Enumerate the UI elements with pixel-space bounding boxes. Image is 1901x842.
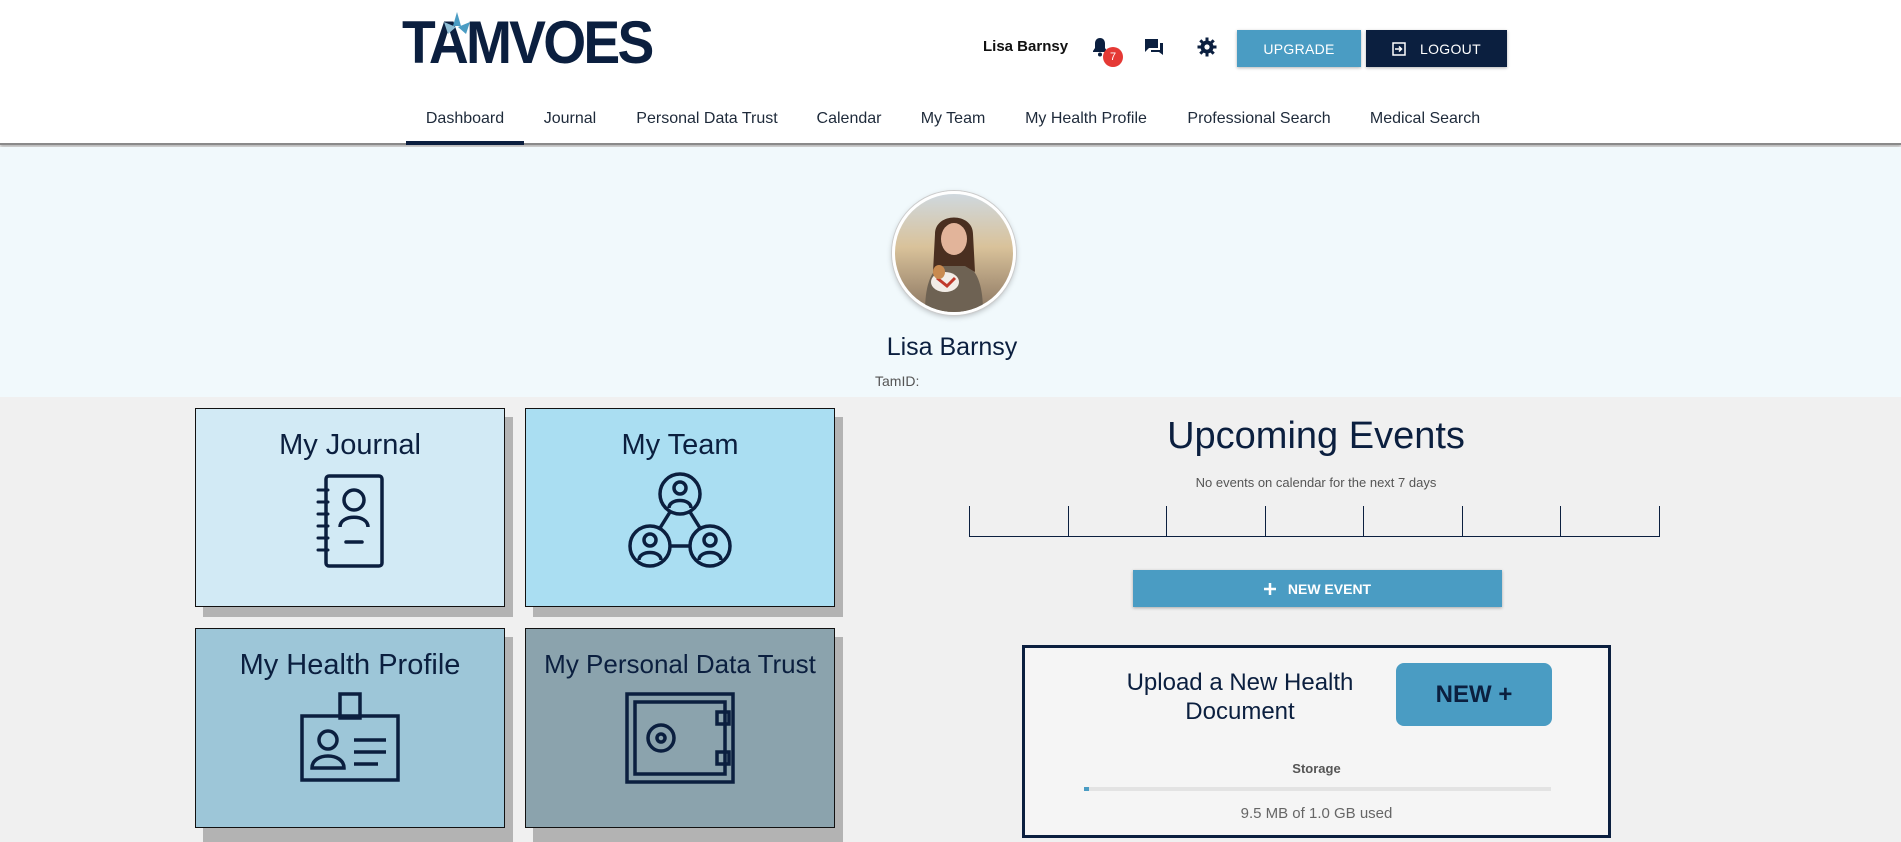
upcoming-events-subtitle: No events on calendar for the next 7 day… <box>1195 475 1437 490</box>
nav-dashboard[interactable]: Dashboard <box>406 100 524 145</box>
calendar-day-cell[interactable] <box>1167 506 1266 536</box>
my-journal-tile[interactable]: My Journal <box>195 408 505 607</box>
logout-label: LOGOUT <box>1420 40 1481 57</box>
upload-document-card: Upload a New Health Document NEW + Stora… <box>1022 645 1611 838</box>
team-network-icon <box>628 472 732 568</box>
nav-calendar[interactable]: Calendar <box>806 100 892 145</box>
top-header: TAMVOES Lisa Barnsy 7 UPGRADE LOGOUT Das… <box>0 0 1901 145</box>
settings-gear-icon[interactable] <box>1194 34 1220 60</box>
calendar-day-cell[interactable] <box>970 506 1069 536</box>
avatar[interactable] <box>892 191 1016 315</box>
tile-title: My Journal <box>279 429 421 461</box>
logo-pinwheel-icon <box>444 12 470 34</box>
messages-chat-icon[interactable] <box>1141 34 1167 60</box>
new-event-label: NEW EVENT <box>1287 580 1372 597</box>
nav-my-team[interactable]: My Team <box>908 100 998 145</box>
nav-medical-search[interactable]: Medical Search <box>1362 100 1488 145</box>
logo-text: TAMVOES <box>402 9 654 76</box>
main-nav: Dashboard Journal Personal Data Trust Ca… <box>0 100 1901 145</box>
storage-used-text: 9.5 MB of 1.0 GB used <box>1240 805 1393 822</box>
week-calendar-strip <box>969 506 1660 537</box>
tamvoes-logo[interactable]: TAMVOES <box>402 9 673 76</box>
profile-name: Lisa Barnsy <box>886 333 1018 361</box>
calendar-day-cell[interactable] <box>1364 506 1463 536</box>
nav-journal[interactable]: Journal <box>530 100 610 145</box>
tile-title: My Health Profile <box>239 649 461 681</box>
nav-my-health-profile[interactable]: My Health Profile <box>1016 100 1156 145</box>
tamid-label: TamID: <box>875 373 920 389</box>
upgrade-button[interactable]: UPGRADE <box>1237 30 1361 67</box>
upcoming-events-title: Upcoming Events <box>1167 415 1465 457</box>
logout-icon <box>1392 41 1406 56</box>
safe-vault-icon <box>625 692 735 784</box>
my-personal-data-trust-tile[interactable]: My Personal Data Trust <box>525 628 835 828</box>
calendar-day-cell[interactable] <box>1463 506 1562 536</box>
new-event-button[interactable]: NEW EVENT <box>1133 570 1502 607</box>
notification-count-badge: 7 <box>1103 47 1123 67</box>
journal-contact-icon <box>316 474 384 568</box>
tile-title: My Personal Data Trust <box>544 649 816 679</box>
tile-title: My Team <box>621 429 739 461</box>
logout-button[interactable]: LOGOUT <box>1366 30 1507 67</box>
calendar-day-cell[interactable] <box>1561 506 1659 536</box>
id-badge-icon <box>300 692 400 782</box>
calendar-day-cell[interactable] <box>1069 506 1168 536</box>
storage-label: Storage <box>1292 761 1341 776</box>
upload-title: Upload a New Health Document <box>1126 669 1354 725</box>
header-user-name: Lisa Barnsy <box>983 38 1069 55</box>
nav-personal-data-trust[interactable]: Personal Data Trust <box>626 100 788 145</box>
new-document-button[interactable]: NEW + <box>1396 663 1552 726</box>
plus-icon <box>1263 582 1276 595</box>
calendar-day-cell[interactable] <box>1266 506 1365 536</box>
my-team-tile[interactable]: My Team <box>525 408 835 607</box>
storage-progress-bar <box>1084 787 1551 791</box>
my-health-profile-tile[interactable]: My Health Profile <box>195 628 505 828</box>
storage-progress-fill <box>1084 787 1089 791</box>
nav-professional-search[interactable]: Professional Search <box>1180 100 1338 145</box>
